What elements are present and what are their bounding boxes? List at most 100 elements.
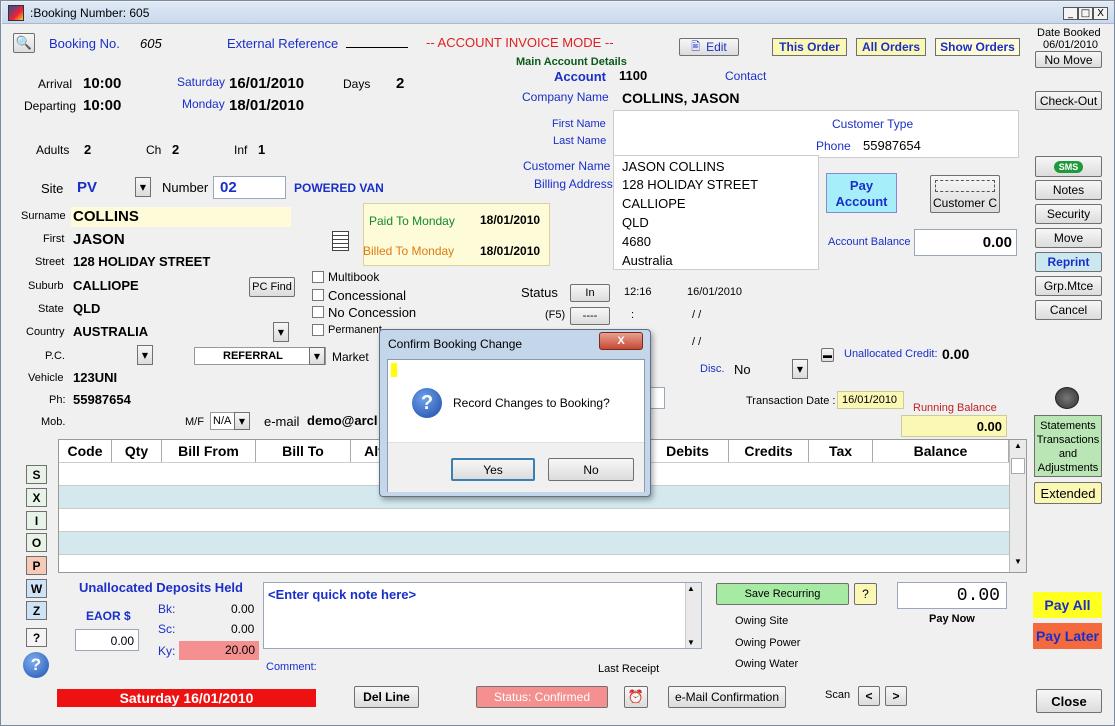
col-code[interactable]: Code	[59, 440, 112, 462]
extended-button[interactable]: Extended	[1034, 482, 1102, 504]
status-in-button[interactable]: In	[570, 284, 610, 302]
scroll-down-icon[interactable]: ▼	[1011, 557, 1025, 571]
pc-find-button[interactable]: PC Find	[249, 277, 295, 297]
side-button-s[interactable]: S	[26, 465, 47, 484]
scroll-thumb[interactable]	[1011, 458, 1025, 474]
col-credits[interactable]: Credits	[729, 440, 809, 462]
pay-account-button[interactable]: Pay Account	[826, 173, 897, 213]
alarm-button[interactable]: ⏰	[624, 686, 648, 708]
statements-button[interactable]: Statements Transactions and Adjustments	[1034, 415, 1102, 477]
permanent-checkbox[interactable]	[312, 324, 324, 336]
sms-button[interactable]: SMS	[1035, 156, 1102, 177]
account-phone-value[interactable]: 55987654	[863, 138, 921, 153]
group-maintenance-button[interactable]: Grp.Mtce	[1035, 276, 1102, 296]
departing-date[interactable]: 18/01/2010	[229, 97, 304, 114]
yes-button[interactable]: Yes	[451, 458, 535, 481]
search-button[interactable]: 🔍	[13, 33, 35, 53]
arrival-date[interactable]: 16/01/2010	[229, 75, 304, 92]
country-dropdown[interactable]: ▼	[273, 322, 289, 342]
gender-dropdown[interactable]: ▼	[234, 412, 250, 430]
email-confirmation-button[interactable]: e-Mail Confirmation	[668, 686, 786, 708]
dialog-close-button[interactable]: X	[599, 332, 643, 350]
referral-dropdown[interactable]: ▼	[309, 347, 325, 365]
concessional-checkbox[interactable]	[312, 289, 324, 301]
col-balance[interactable]: Balance	[873, 440, 1009, 462]
site-number-input[interactable]: 02	[213, 176, 286, 199]
days-value[interactable]: 2	[396, 75, 404, 92]
side-button-z[interactable]: Z	[26, 601, 47, 620]
delete-line-button[interactable]: Del Line	[354, 686, 419, 708]
billing-address-box[interactable]: JASON COLLINS 128 HOLIDAY STREET CALLIOP…	[613, 155, 819, 270]
email-value[interactable]: demo@arcl	[307, 413, 381, 428]
pay-now-field[interactable]: 0.00	[897, 582, 1007, 609]
referral-select[interactable]: REFERRAL	[194, 347, 326, 365]
account-number[interactable]: 1100	[619, 68, 647, 83]
note-scrollbar[interactable]: ▲ ▼	[685, 583, 701, 648]
move-button[interactable]: Move	[1035, 228, 1102, 248]
external-reference-input[interactable]	[346, 47, 408, 48]
minimize-button[interactable]: _	[1063, 7, 1078, 20]
scroll-up-icon[interactable]: ▲	[1011, 441, 1025, 455]
col-debits[interactable]: Debits	[647, 440, 729, 462]
site-dropdown[interactable]: ▼	[135, 177, 151, 197]
adults-value[interactable]: 2	[84, 142, 91, 157]
scan-next-button[interactable]: >	[885, 686, 907, 706]
show-orders-button[interactable]: Show Orders	[935, 38, 1020, 56]
transaction-date-field[interactable]: 16/01/2010	[837, 391, 904, 409]
this-order-button[interactable]: This Order	[772, 38, 847, 56]
minus-button[interactable]: ▬	[821, 348, 834, 362]
help-icon[interactable]: ?	[23, 652, 49, 678]
table-row[interactable]	[59, 531, 1009, 554]
pay-all-button[interactable]: Pay All	[1033, 592, 1102, 618]
maximize-button[interactable]: □	[1078, 7, 1093, 20]
infants-value[interactable]: 1	[258, 142, 265, 157]
grid-scrollbar[interactable]: ▲ ▼	[1009, 440, 1026, 572]
children-value[interactable]: 2	[172, 142, 179, 157]
hidden-input[interactable]	[649, 387, 665, 409]
notes-list-icon[interactable]	[332, 231, 349, 251]
save-recurring-button[interactable]: Save Recurring	[716, 583, 849, 605]
no-button[interactable]: No	[548, 458, 634, 481]
street-value[interactable]: 128 HOLIDAY STREET	[73, 254, 210, 269]
reprint-button[interactable]: Reprint	[1035, 252, 1102, 272]
state-value[interactable]: QLD	[73, 301, 100, 316]
side-button-i[interactable]: I	[26, 511, 47, 530]
pay-later-button[interactable]: Pay Later	[1033, 623, 1102, 649]
no-concession-checkbox[interactable]	[312, 306, 324, 318]
first-value[interactable]: JASON	[73, 231, 125, 248]
vehicle-value[interactable]: 123UNI	[73, 370, 117, 385]
postcode-dropdown[interactable]: ▼	[137, 345, 153, 365]
notes-button[interactable]: Notes	[1035, 180, 1102, 200]
quick-note-input[interactable]: <Enter quick note here> ▲ ▼	[263, 582, 702, 649]
close-window-button[interactable]: X	[1093, 7, 1108, 20]
multibook-checkbox[interactable]	[312, 271, 324, 283]
cancel-booking-button[interactable]: Cancel	[1035, 300, 1102, 320]
side-button-x[interactable]: X	[26, 488, 47, 507]
scroll-down-icon[interactable]: ▼	[687, 638, 695, 647]
side-button-p[interactable]: P	[26, 556, 47, 575]
table-row[interactable]	[59, 508, 1009, 531]
status-confirmed-button[interactable]: Status: Confirmed	[476, 686, 608, 708]
f5-button[interactable]: ----	[570, 307, 610, 325]
customer-card-button[interactable]: Customer C	[930, 175, 1000, 213]
country-value[interactable]: AUSTRALIA	[73, 324, 148, 339]
recurring-help-button[interactable]: ?	[854, 583, 877, 605]
all-orders-button[interactable]: All Orders	[856, 38, 926, 56]
check-out-button[interactable]: Check-Out	[1035, 91, 1102, 110]
col-qty[interactable]: Qty	[112, 440, 162, 462]
close-button[interactable]: Close	[1036, 689, 1102, 713]
col-bill-from[interactable]: Bill From	[162, 440, 256, 462]
side-button-help[interactable]: ?	[26, 628, 47, 647]
table-row[interactable]	[59, 554, 1009, 572]
eaor-input[interactable]: 0.00	[75, 629, 139, 651]
scan-prev-button[interactable]: <	[858, 686, 880, 706]
security-button[interactable]: Security	[1035, 204, 1102, 224]
scroll-up-icon[interactable]: ▲	[687, 584, 695, 593]
disc-dropdown[interactable]: ▼	[792, 359, 808, 379]
edit-button[interactable]: 🖹 Edit	[679, 38, 739, 56]
surname-field[interactable]: COLLINS	[71, 207, 291, 227]
side-button-w[interactable]: W	[26, 579, 47, 598]
company-name-value[interactable]: COLLINS, JASON	[622, 90, 739, 106]
suburb-value[interactable]: CALLIOPE	[73, 278, 139, 293]
col-bill-to[interactable]: Bill To	[256, 440, 351, 462]
